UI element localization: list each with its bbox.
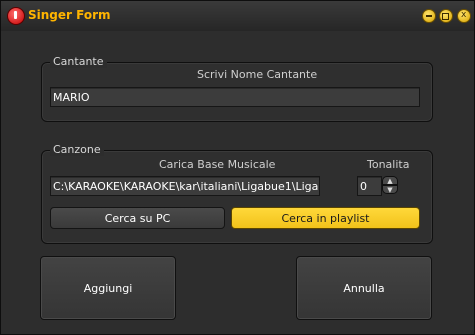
chevron-down-icon[interactable]: ▼ [382,185,398,194]
singer-form-window: Singer Form Cantante Scrivi Nome Cantant… [0,0,475,335]
maximize-icon[interactable] [439,9,453,23]
song-path-input[interactable]: C:\KARAOKE\KARAOKE\kar\italiani\Ligabue1… [50,176,320,196]
add-button[interactable]: Aggiungi [40,256,176,320]
singer-name-input[interactable]: MARIO [50,87,420,107]
search-pc-button[interactable]: Cerca su PC [50,207,225,229]
minimize-icon[interactable] [422,9,436,23]
title-bar[interactable]: Singer Form [1,1,474,31]
close-icon[interactable] [457,9,471,23]
canzone-group-label: Canzone [50,143,104,156]
search-playlist-button[interactable]: Cerca in playlist [231,207,420,229]
tonalita-label: Tonalita [367,158,410,171]
cantante-group-label: Cantante [50,55,107,68]
cancel-button[interactable]: Annulla [296,256,432,320]
singer-name-prompt: Scrivi Nome Cantante [197,68,318,81]
window-title: Singer Form [28,8,111,22]
base-musicale-prompt: Carica Base Musicale [159,158,276,171]
tonalita-input[interactable]: 0 [357,176,382,196]
chevron-up-icon[interactable]: ▲ [382,176,398,185]
app-icon [7,7,25,25]
